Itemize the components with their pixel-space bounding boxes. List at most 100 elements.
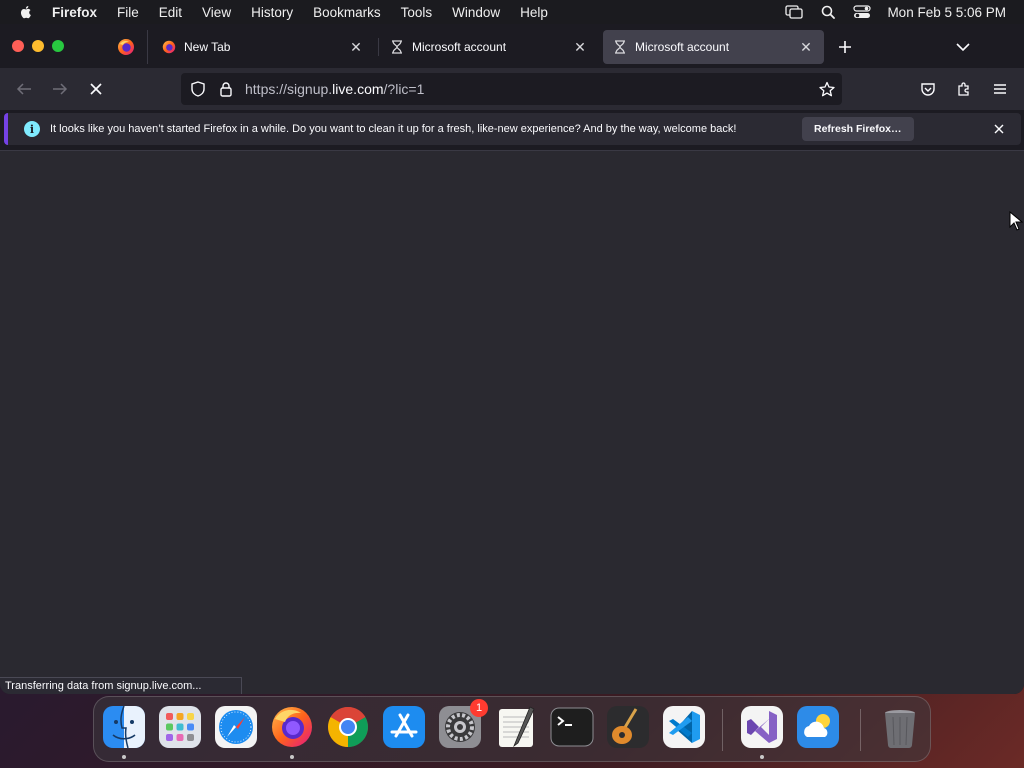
screen-mirroring-icon[interactable] <box>785 3 804 21</box>
menubar-clock[interactable]: Mon Feb 5 5:06 PM <box>887 5 1006 20</box>
tab-microsoft-account-active[interactable]: Microsoft account ✕ <box>603 30 824 64</box>
extensions-button[interactable] <box>952 77 976 101</box>
hourglass-icon <box>613 40 627 54</box>
menu-window[interactable]: Window <box>452 5 500 20</box>
vscode-icon <box>663 706 705 748</box>
spotlight-search-icon[interactable] <box>819 3 837 21</box>
menu-view[interactable]: View <box>202 5 231 20</box>
window-controls <box>12 40 64 52</box>
list-all-tabs-button[interactable] <box>952 36 974 58</box>
dock-garageband[interactable] <box>606 705 650 749</box>
dock-launchpad[interactable] <box>158 705 202 749</box>
running-indicator <box>122 755 126 759</box>
mouse-pointer-icon <box>1009 211 1023 231</box>
new-tab-button[interactable] <box>834 36 856 58</box>
finder-icon <box>103 705 145 749</box>
menu-app-name[interactable]: Firefox <box>52 5 97 20</box>
guitar-icon <box>607 706 649 748</box>
lock-icon[interactable] <box>217 80 235 98</box>
dock-terminal[interactable] <box>550 705 594 749</box>
close-icon <box>994 124 1004 134</box>
url-prefix: https://signup. <box>245 81 333 97</box>
hourglass-icon <box>390 40 404 54</box>
url-text[interactable]: https://signup.live.com/?lic=1 <box>245 81 424 97</box>
tab-separator <box>378 38 379 56</box>
visual-studio-icon <box>741 706 783 748</box>
bookmark-star-icon[interactable] <box>818 80 836 98</box>
firefox-window: New Tab ✕ Microsoft account ✕ Microsoft … <box>0 24 1024 694</box>
url-suffix: /?lic=1 <box>383 81 425 97</box>
tab-new-tab[interactable]: New Tab ✕ <box>152 30 374 64</box>
safari-icon <box>215 706 257 748</box>
tab-label: Microsoft account <box>635 40 730 54</box>
running-indicator <box>760 755 764 759</box>
hamburger-menu-icon <box>994 84 1006 94</box>
running-indicator <box>290 755 294 759</box>
forward-button[interactable] <box>48 77 72 101</box>
page-content-area[interactable] <box>0 150 1024 694</box>
dock-textedit[interactable] <box>494 705 538 749</box>
window-minimize-button[interactable] <box>32 40 44 52</box>
back-arrow-icon <box>16 83 31 95</box>
weather-icon <box>797 706 839 748</box>
tab-close-icon[interactable]: ✕ <box>798 39 814 55</box>
tracking-protection-shield-icon[interactable] <box>189 80 207 98</box>
firefox-icon <box>272 707 312 747</box>
menu-history[interactable]: History <box>251 5 293 20</box>
stop-x-icon <box>90 83 102 95</box>
pinned-tab[interactable] <box>104 30 148 64</box>
pocket-button[interactable] <box>916 77 940 101</box>
dock-trash[interactable] <box>878 705 922 749</box>
menu-edit[interactable]: Edit <box>159 5 182 20</box>
status-panel: Transferring data from signup.live.com..… <box>0 677 242 694</box>
dock-safari[interactable] <box>214 705 258 749</box>
app-menu-button[interactable] <box>988 77 1012 101</box>
refresh-firefox-button[interactable]: Refresh Firefox… <box>802 117 914 141</box>
tab-label: New Tab <box>184 40 231 54</box>
tab-label: Microsoft account <box>412 40 507 54</box>
pocket-icon <box>921 82 935 96</box>
info-icon: i <box>24 121 40 137</box>
menu-bookmarks[interactable]: Bookmarks <box>313 5 381 20</box>
dock-separator <box>722 709 723 751</box>
tab-microsoft-account[interactable]: Microsoft account ✕ <box>380 30 598 64</box>
dock-firefox[interactable] <box>270 705 314 749</box>
tab-close-icon[interactable]: ✕ <box>572 39 588 55</box>
menu-file[interactable]: File <box>117 5 139 20</box>
app-store-icon <box>383 706 425 748</box>
window-close-button[interactable] <box>12 40 24 52</box>
terminal-icon <box>550 707 594 747</box>
dock-vscode[interactable] <box>662 705 706 749</box>
stop-loading-button[interactable] <box>84 77 108 101</box>
back-button[interactable] <box>12 77 36 101</box>
extensions-icon <box>958 82 969 96</box>
navigation-toolbar: https://signup.live.com/?lic=1 <box>0 68 1024 110</box>
dock-weather[interactable] <box>796 705 840 749</box>
notification-badge: 1 <box>470 699 488 717</box>
chevron-down-icon <box>956 43 970 52</box>
plus-icon <box>839 41 851 53</box>
dock-app-store[interactable] <box>382 705 426 749</box>
status-text: Transferring data from signup.live.com..… <box>5 680 202 692</box>
notification-close-button[interactable] <box>991 121 1007 137</box>
forward-arrow-icon <box>53 83 68 95</box>
window-zoom-button[interactable] <box>52 40 64 52</box>
tab-close-icon[interactable]: ✕ <box>348 39 364 55</box>
trash-icon <box>885 710 915 748</box>
control-center-icon[interactable] <box>853 3 872 21</box>
menu-tools[interactable]: Tools <box>401 5 433 20</box>
apple-icon[interactable] <box>18 4 34 20</box>
menu-help[interactable]: Help <box>520 5 548 20</box>
dock-visual-studio[interactable] <box>740 705 784 749</box>
dock-finder[interactable] <box>102 705 146 749</box>
macos-menu-bar: Firefox File Edit View History Bookmarks… <box>0 0 1024 24</box>
dock-chrome[interactable] <box>326 705 370 749</box>
textedit-icon <box>499 706 535 748</box>
dock-system-settings[interactable]: 1 <box>438 699 488 749</box>
notification-message: It looks like you haven’t started Firefo… <box>50 123 737 135</box>
firefox-icon <box>162 40 176 54</box>
macos-dock: 1 <box>93 696 931 762</box>
tab-strip: New Tab ✕ Microsoft account ✕ Microsoft … <box>0 24 1024 68</box>
launchpad-icon <box>159 706 201 748</box>
address-bar[interactable]: https://signup.live.com/?lic=1 <box>181 73 842 105</box>
